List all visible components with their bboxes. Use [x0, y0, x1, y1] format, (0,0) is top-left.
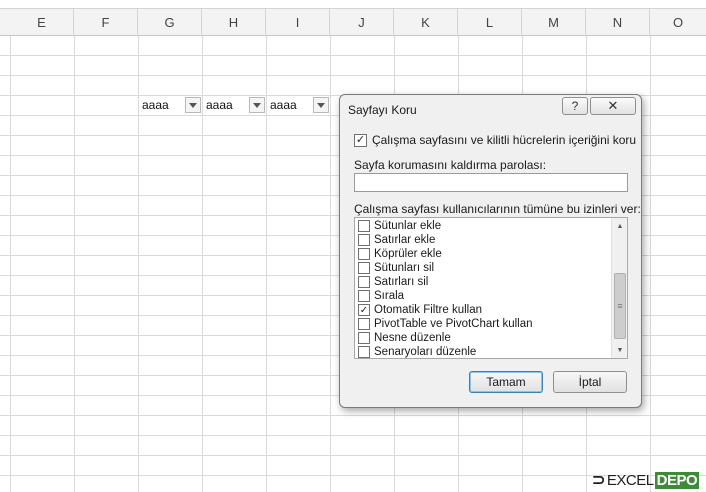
- help-icon: ?: [571, 99, 579, 113]
- permission-item-pivottable[interactable]: PivotTable ve PivotChart kullan: [358, 317, 533, 331]
- protect-sheet-checkbox[interactable]: ✓: [354, 133, 367, 147]
- permission-item-edit-scenarios[interactable]: Senaryoları düzenle: [358, 345, 477, 358]
- permission-label: Sırala: [374, 290, 405, 302]
- permission-item-insert-hyperlinks[interactable]: Köprüler ekle: [358, 247, 442, 261]
- permission-item-edit-objects[interactable]: Nesne düzenle: [358, 331, 451, 345]
- permission-label: Satırlar ekle: [374, 234, 436, 246]
- grid-column-line: [330, 36, 331, 492]
- column-header-h[interactable]: H: [202, 9, 266, 36]
- permission-item-sort[interactable]: Sırala: [358, 289, 404, 303]
- scroll-up-icon[interactable]: ▲: [612, 219, 627, 233]
- permission-checkbox[interactable]: [358, 332, 370, 344]
- chevron-down-icon: [317, 102, 325, 108]
- grid-row-line: [0, 435, 706, 436]
- grid-row-line: [0, 455, 706, 456]
- column-header-j[interactable]: J: [330, 9, 394, 36]
- filter-dropdown-button-g[interactable]: [185, 97, 201, 113]
- column-header-o[interactable]: O: [650, 9, 706, 36]
- filter-dropdown-button-i[interactable]: [313, 97, 329, 113]
- filter-dropdown-button-h[interactable]: [249, 97, 265, 113]
- watermark-excel-text: EXCEL: [606, 471, 654, 489]
- permission-label: Otomatik Filtre kullan: [374, 304, 483, 316]
- grid-column-line: [74, 36, 75, 492]
- permission-label: Senaryoları düzenle: [374, 346, 477, 358]
- column-header-g[interactable]: G: [138, 9, 202, 36]
- column-header-k[interactable]: K: [394, 9, 458, 36]
- permission-checkbox[interactable]: [358, 276, 370, 288]
- chevron-down-icon: [189, 102, 197, 108]
- grid-column-line: [650, 36, 651, 492]
- chevron-down-icon: [253, 102, 261, 108]
- permission-item-autofilter[interactable]: ✓ Otomatik Filtre kullan: [358, 303, 482, 317]
- ok-button[interactable]: Tamam: [469, 371, 543, 393]
- permission-label: Nesne düzenle: [374, 332, 451, 344]
- grid-row-line: [0, 55, 706, 56]
- permission-checkbox[interactable]: [358, 220, 370, 232]
- permission-label: Sütunlar ekle: [374, 220, 442, 232]
- permission-label: Sütunları sil: [374, 262, 435, 274]
- grid-row-line: [0, 415, 706, 416]
- permission-checkbox[interactable]: [358, 318, 370, 330]
- exceldepo-watermark-logo: ⊃ EXCEL DEPO: [592, 470, 700, 490]
- cancel-button[interactable]: İptal: [553, 371, 627, 393]
- column-header-f[interactable]: F: [74, 9, 138, 36]
- permission-checkbox[interactable]: [358, 248, 370, 260]
- column-header-n[interactable]: N: [586, 9, 650, 36]
- permission-item-delete-rows[interactable]: Satırları sil: [358, 275, 428, 289]
- permission-checkbox[interactable]: ✓: [358, 304, 370, 316]
- permission-label: Köprüler ekle: [374, 248, 442, 260]
- permission-checkbox[interactable]: [358, 346, 370, 358]
- watermark-depo-text: DEPO: [654, 471, 700, 489]
- close-button[interactable]: ✕: [590, 97, 636, 115]
- protect-sheet-dialog: Sayfayı Koru ? ✕ ✓ Çalışma sayfasını ve …: [339, 94, 642, 408]
- permission-item-insert-rows[interactable]: Satırlar ekle: [358, 233, 435, 247]
- column-header-e[interactable]: E: [10, 9, 74, 36]
- password-input[interactable]: [354, 173, 628, 192]
- permission-item-insert-columns[interactable]: Sütunlar ekle: [358, 219, 441, 233]
- permission-checkbox[interactable]: [358, 262, 370, 274]
- permission-label: Satırları sil: [374, 276, 429, 288]
- column-header-row: E F G H I J K L M N O: [0, 8, 706, 36]
- column-header-l[interactable]: L: [458, 9, 522, 36]
- logo-mark-icon: ⊃: [592, 472, 605, 489]
- help-button[interactable]: ?: [562, 97, 588, 115]
- permission-label: PivotTable ve PivotChart kullan: [374, 318, 533, 330]
- column-header-m[interactable]: M: [522, 9, 586, 36]
- scroll-down-icon[interactable]: ▼: [612, 343, 627, 357]
- permission-item-delete-columns[interactable]: Sütunları sil: [358, 261, 434, 275]
- permissions-label: Çalışma sayfası kullanıcılarının tümüne …: [354, 202, 641, 216]
- grid-row-line: [0, 75, 706, 76]
- password-label: Sayfa korumasını kaldırma parolası:: [354, 158, 547, 172]
- protect-sheet-label: Çalışma sayfasını ve kilitli hücrelerin …: [372, 133, 637, 147]
- dialog-title: Sayfayı Koru: [348, 103, 417, 117]
- protect-sheet-option[interactable]: ✓ Çalışma sayfasını ve kilitli hücreleri…: [354, 133, 636, 147]
- permission-checkbox[interactable]: [358, 290, 370, 302]
- permissions-list[interactable]: Sütunlar ekle Satırlar ekle Köprüler ekl…: [354, 217, 628, 359]
- permission-checkbox[interactable]: [358, 234, 370, 246]
- grid-column-line: [10, 36, 11, 492]
- permissions-scrollbar[interactable]: ▲ ≡ ▼: [611, 218, 627, 358]
- column-header-i[interactable]: I: [266, 9, 330, 36]
- close-icon: ✕: [607, 98, 619, 113]
- scroll-thumb[interactable]: ≡: [614, 273, 626, 339]
